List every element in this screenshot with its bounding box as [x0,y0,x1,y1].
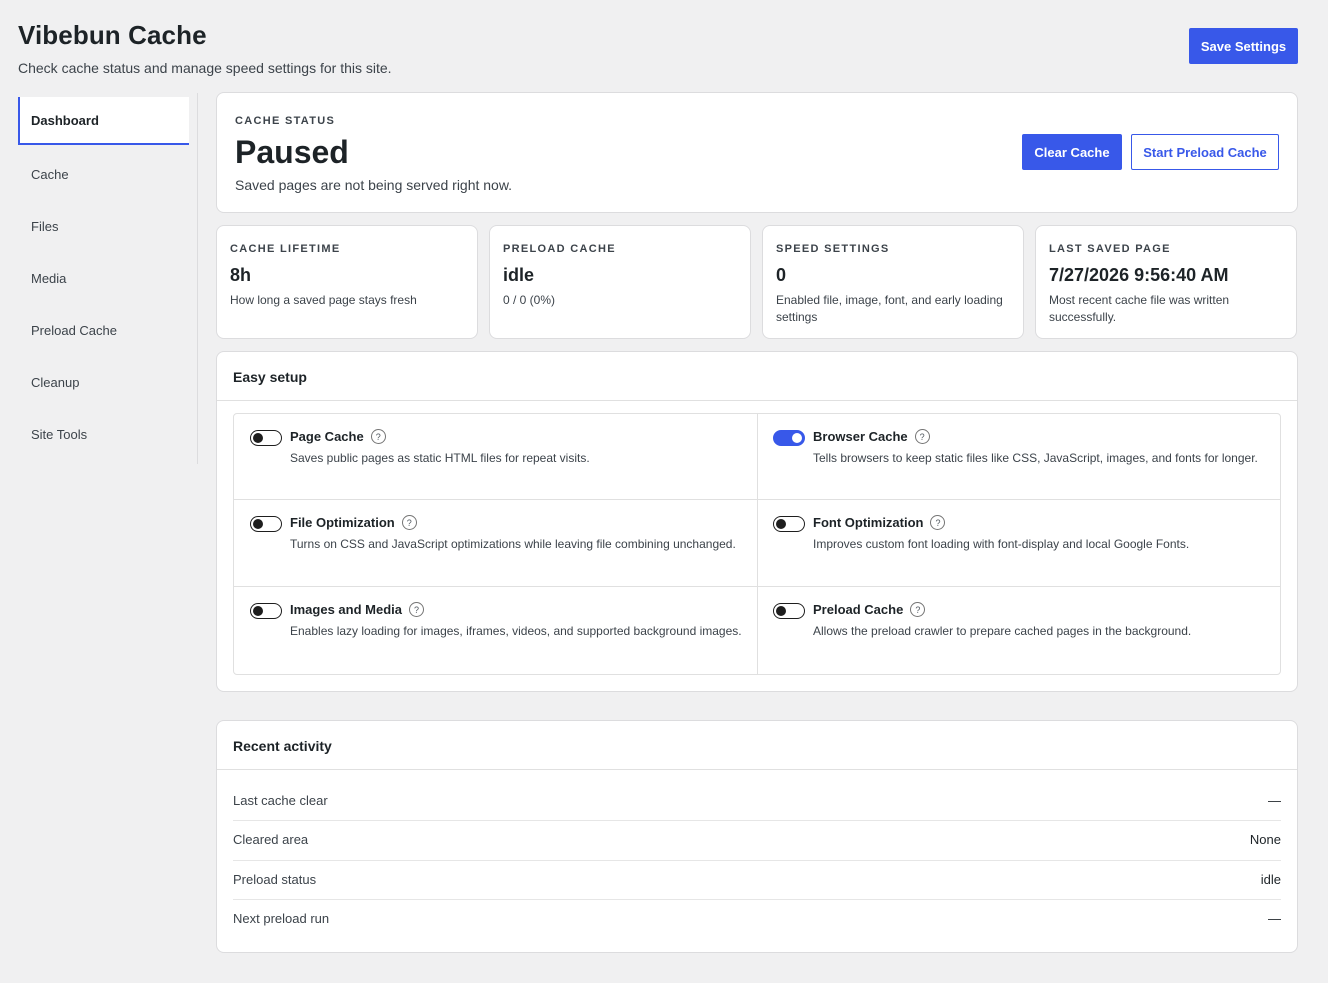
stat-label: LAST SAVED PAGE [1049,243,1171,255]
preload-cache-toggle[interactable] [773,603,805,619]
grid-divider [757,414,758,674]
help-icon[interactable]: ? [401,515,417,530]
sidebar-item-media[interactable]: Media [18,254,189,302]
activity-label: Preload status [233,872,317,887]
activity-row-cleared-area: Cleared area None [233,820,1281,859]
easy-setup-title: Easy setup [233,369,307,385]
stat-card-last-saved-page: LAST SAVED PAGE 7/27/2026 9:56:40 AM Mos… [1035,225,1297,339]
option-title: Page Cache [290,429,364,444]
browser-cache-toggle[interactable] [773,430,805,446]
page-title: Vibebun Cache [18,20,207,50]
stat-value: 8h [230,265,252,285]
stat-card-speed-settings: SPEED SETTINGS 0 Enabled file, image, fo… [762,225,1024,339]
activity-value: — [1268,911,1281,926]
sidebar-item-preload-cache[interactable]: Preload Cache [18,306,189,354]
sidebar-item-site-tools[interactable]: Site Tools [18,410,189,458]
stat-label: PRELOAD CACHE [503,243,616,255]
sidebar-item-files[interactable]: Files [18,202,189,250]
option-title-row: Preload Cache ? [813,602,926,617]
clear-cache-button[interactable]: Clear Cache [1022,134,1122,170]
save-settings-button[interactable]: Save Settings [1189,28,1298,64]
option-description: Turns on CSS and JavaScript optimization… [290,537,736,551]
grid-divider [234,499,1280,500]
activity-row-next-preload-run: Next preload run — [233,899,1281,938]
toggle-knob [776,606,786,616]
toggle-knob [792,433,802,443]
cache-status-card: CACHE STATUS Paused Saved pages are not … [216,92,1298,213]
file-optimization-toggle[interactable] [250,516,282,532]
option-description: Saves public pages as static HTML files … [290,451,590,465]
stat-card-cache-lifetime: CACHE LIFETIME 8h How long a saved page … [216,225,478,339]
cache-status-description: Saved pages are not being served right n… [235,177,513,193]
toggle-knob [253,433,263,443]
activity-label: Next preload run [233,911,330,926]
cache-status-label: CACHE STATUS [235,115,336,127]
sidebar-item-cache[interactable]: Cache [18,150,189,198]
option-description: Allows the preload crawler to prepare ca… [813,624,1192,638]
stat-description: Most recent cache file was written succe… [1049,293,1230,324]
option-title: Preload Cache [813,602,904,617]
page-subtitle: Check cache status and manage speed sett… [18,60,392,76]
option-description: Enables lazy loading for images, iframes… [290,624,742,638]
help-icon[interactable]: ? [914,429,930,444]
recent-activity-card: Recent activity Last cache clear — Clear… [216,720,1298,953]
option-title-row: Images and Media ? [290,602,424,617]
easy-setup-card: Easy setup Page Cache ? Saves public pag… [216,351,1298,692]
help-icon[interactable]: ? [370,429,386,444]
option-title: File Optimization [290,515,395,530]
toggle-knob [253,606,263,616]
activity-value: idle [1260,872,1281,887]
section-divider [217,769,1297,770]
stat-label: CACHE LIFETIME [230,243,341,255]
activity-value: None [1249,832,1281,847]
recent-activity-title: Recent activity [233,738,332,754]
sidebar-nav: Dashboard Cache Files Media Preload Cach… [18,93,198,464]
section-divider [217,400,1297,401]
sidebar-item-dashboard[interactable]: Dashboard [18,97,189,145]
help-icon[interactable]: ? [408,602,424,617]
option-title-row: File Optimization ? [290,515,417,530]
grid-divider [234,586,1280,587]
setup-options-grid: Page Cache ? Saves public pages as stati… [233,413,1281,675]
toggle-knob [253,519,263,529]
option-title: Browser Cache [813,429,908,444]
page-cache-toggle[interactable] [250,430,282,446]
start-preload-cache-button[interactable]: Start Preload Cache [1131,134,1279,170]
images-and-media-toggle[interactable] [250,603,282,619]
stat-card-preload-cache: PRELOAD CACHE idle 0 / 0 (0%) [489,225,751,339]
option-title-row: Page Cache ? [290,429,386,444]
option-title: Font Optimization [813,515,924,530]
option-description: Improves custom font loading with font-d… [813,537,1190,551]
stat-description: How long a saved page stays fresh [230,293,417,307]
sidebar-item-cleanup[interactable]: Cleanup [18,358,189,406]
stat-value: 7/27/2026 9:56:40 AM [1049,265,1229,285]
stat-description: 0 / 0 (0%) [503,293,556,307]
toggle-knob [776,519,786,529]
font-optimization-toggle[interactable] [773,516,805,532]
option-description: Tells browsers to keep static files like… [813,451,1258,465]
activity-row-preload-status: Preload status idle [233,860,1281,899]
option-title: Images and Media [290,602,402,617]
activity-value: — [1268,793,1281,808]
stat-description: Enabled file, image, font, and early loa… [776,293,1003,324]
activity-label: Last cache clear [233,793,328,808]
help-icon[interactable]: ? [930,515,946,530]
activity-row-last-cache-clear: Last cache clear — [233,781,1281,820]
stat-value: 0 [776,265,787,285]
option-title-row: Browser Cache ? [813,429,930,444]
stat-value: idle [503,265,535,285]
page-header: Vibebun Cache Check cache status and man… [18,20,392,76]
cache-status-value: Paused [235,134,349,170]
option-title-row: Font Optimization ? [813,515,946,530]
help-icon[interactable]: ? [910,602,926,617]
activity-label: Cleared area [233,832,309,847]
stat-label: SPEED SETTINGS [776,243,890,255]
